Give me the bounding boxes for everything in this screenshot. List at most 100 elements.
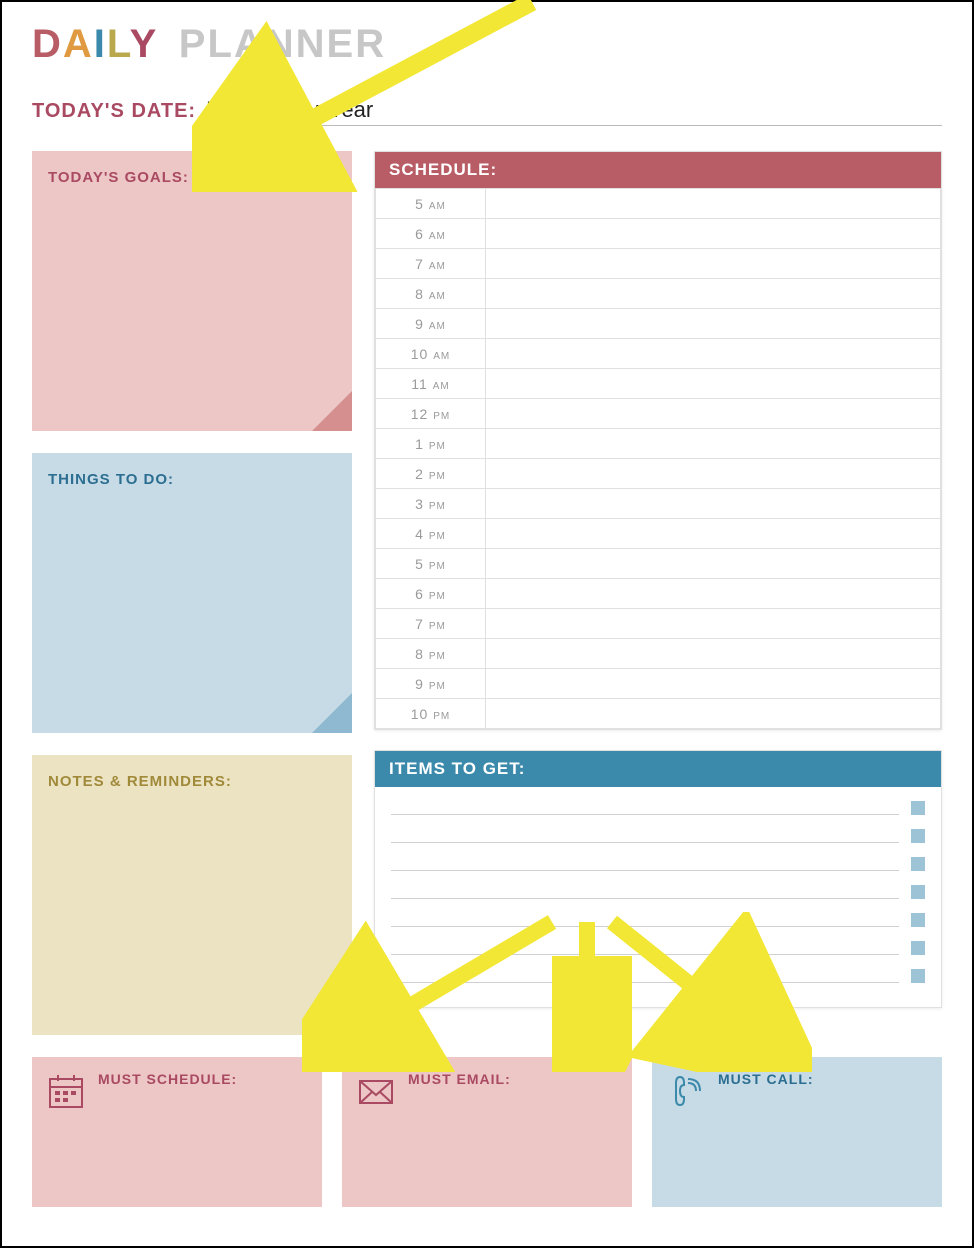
schedule-time: 5 pm	[376, 549, 486, 579]
items-header: ITEMS TO GET:	[375, 751, 941, 787]
schedule-row: 8 am	[376, 279, 941, 309]
item-line[interactable]	[391, 829, 899, 843]
todo-box[interactable]: THINGS TO DO:	[32, 453, 352, 733]
schedule-slot[interactable]	[486, 519, 941, 549]
checkbox-icon[interactable]	[911, 969, 925, 983]
schedule-row: 6 am	[376, 219, 941, 249]
item-line[interactable]	[391, 941, 899, 955]
schedule-slot[interactable]	[486, 669, 941, 699]
schedule-row: 10 am	[376, 339, 941, 369]
schedule-slot[interactable]	[486, 279, 941, 309]
must-schedule-title: MUST SCHEDULE:	[98, 1071, 237, 1193]
schedule-slot[interactable]	[486, 339, 941, 369]
schedule-time: 7 pm	[376, 609, 486, 639]
schedule-time: 8 am	[376, 279, 486, 309]
must-email-box[interactable]: MUST EMAIL:	[342, 1057, 632, 1207]
schedule-row: 11 am	[376, 369, 941, 399]
schedule-time: 11 am	[376, 369, 486, 399]
page-corner-icon	[312, 693, 352, 733]
schedule-time: 4 pm	[376, 519, 486, 549]
item-line[interactable]	[391, 913, 899, 927]
goals-box[interactable]: TODAY'S GOALS:	[32, 151, 352, 431]
schedule-row: 7 pm	[376, 609, 941, 639]
schedule-slot[interactable]	[486, 369, 941, 399]
schedule-slot[interactable]	[486, 249, 941, 279]
must-email-title: MUST EMAIL:	[408, 1071, 511, 1193]
must-call-title: MUST CALL:	[718, 1071, 814, 1193]
schedule-time: 6 pm	[376, 579, 486, 609]
items-box: ITEMS TO GET:	[374, 750, 942, 1008]
date-row: TODAY'S DATE: Month, Day, Year	[32, 97, 942, 126]
date-value[interactable]: Month, Day, Year	[206, 97, 942, 126]
item-row	[391, 969, 925, 983]
schedule-time: 9 am	[376, 309, 486, 339]
envelope-icon	[356, 1071, 396, 1111]
page-corner-icon	[312, 995, 352, 1035]
checkbox-icon[interactable]	[911, 941, 925, 955]
schedule-time: 6 am	[376, 219, 486, 249]
schedule-row: 12 pm	[376, 399, 941, 429]
schedule-table: 5 am6 am7 am8 am9 am10 am11 am12 pm1 pm2…	[375, 188, 941, 729]
schedule-row: 1 pm	[376, 429, 941, 459]
schedule-slot[interactable]	[486, 639, 941, 669]
checkbox-icon[interactable]	[911, 913, 925, 927]
schedule-slot[interactable]	[486, 429, 941, 459]
schedule-time: 1 pm	[376, 429, 486, 459]
schedule-slot[interactable]	[486, 579, 941, 609]
item-line[interactable]	[391, 857, 899, 871]
schedule-row: 3 pm	[376, 489, 941, 519]
schedule-slot[interactable]	[486, 399, 941, 429]
schedule-time: 10 am	[376, 339, 486, 369]
schedule-slot[interactable]	[486, 699, 941, 729]
notes-title: NOTES & REMINDERS:	[48, 773, 336, 790]
todo-title: THINGS TO DO:	[48, 471, 336, 488]
must-call-box[interactable]: MUST CALL:	[652, 1057, 942, 1207]
schedule-row: 5 am	[376, 189, 941, 219]
schedule-slot[interactable]	[486, 609, 941, 639]
schedule-row: 8 pm	[376, 639, 941, 669]
item-row	[391, 829, 925, 843]
must-schedule-box[interactable]: MUST SCHEDULE:	[32, 1057, 322, 1207]
schedule-slot[interactable]	[486, 549, 941, 579]
item-row	[391, 857, 925, 871]
schedule-time: 2 pm	[376, 459, 486, 489]
checkbox-icon[interactable]	[911, 857, 925, 871]
item-line[interactable]	[391, 801, 899, 815]
date-label: TODAY'S DATE:	[32, 100, 196, 123]
schedule-row: 9 am	[376, 309, 941, 339]
item-row	[391, 941, 925, 955]
schedule-time: 5 am	[376, 189, 486, 219]
schedule-row: 10 pm	[376, 699, 941, 729]
item-line[interactable]	[391, 885, 899, 899]
schedule-slot[interactable]	[486, 309, 941, 339]
schedule-time: 10 pm	[376, 699, 486, 729]
checkbox-icon[interactable]	[911, 885, 925, 899]
schedule-row: 4 pm	[376, 519, 941, 549]
item-row	[391, 913, 925, 927]
schedule-header: SCHEDULE:	[375, 152, 941, 188]
checkbox-icon[interactable]	[911, 801, 925, 815]
page-title: DAILY PLANNER	[32, 22, 942, 67]
schedule-time: 8 pm	[376, 639, 486, 669]
item-line[interactable]	[391, 969, 899, 983]
schedule-time: 3 pm	[376, 489, 486, 519]
schedule-time: 9 pm	[376, 669, 486, 699]
checkbox-icon[interactable]	[911, 829, 925, 843]
schedule-slot[interactable]	[486, 219, 941, 249]
schedule-row: 2 pm	[376, 459, 941, 489]
schedule-box: SCHEDULE: 5 am6 am7 am8 am9 am10 am11 am…	[374, 151, 942, 730]
schedule-slot[interactable]	[486, 489, 941, 519]
calendar-icon	[46, 1071, 86, 1111]
schedule-slot[interactable]	[486, 189, 941, 219]
schedule-row: 5 pm	[376, 549, 941, 579]
schedule-row: 7 am	[376, 249, 941, 279]
schedule-slot[interactable]	[486, 459, 941, 489]
notes-box[interactable]: NOTES & REMINDERS:	[32, 755, 352, 1035]
page-corner-icon	[312, 391, 352, 431]
item-row	[391, 801, 925, 815]
schedule-row: 6 pm	[376, 579, 941, 609]
schedule-row: 9 pm	[376, 669, 941, 699]
phone-icon	[666, 1071, 706, 1111]
item-row	[391, 885, 925, 899]
schedule-time: 7 am	[376, 249, 486, 279]
